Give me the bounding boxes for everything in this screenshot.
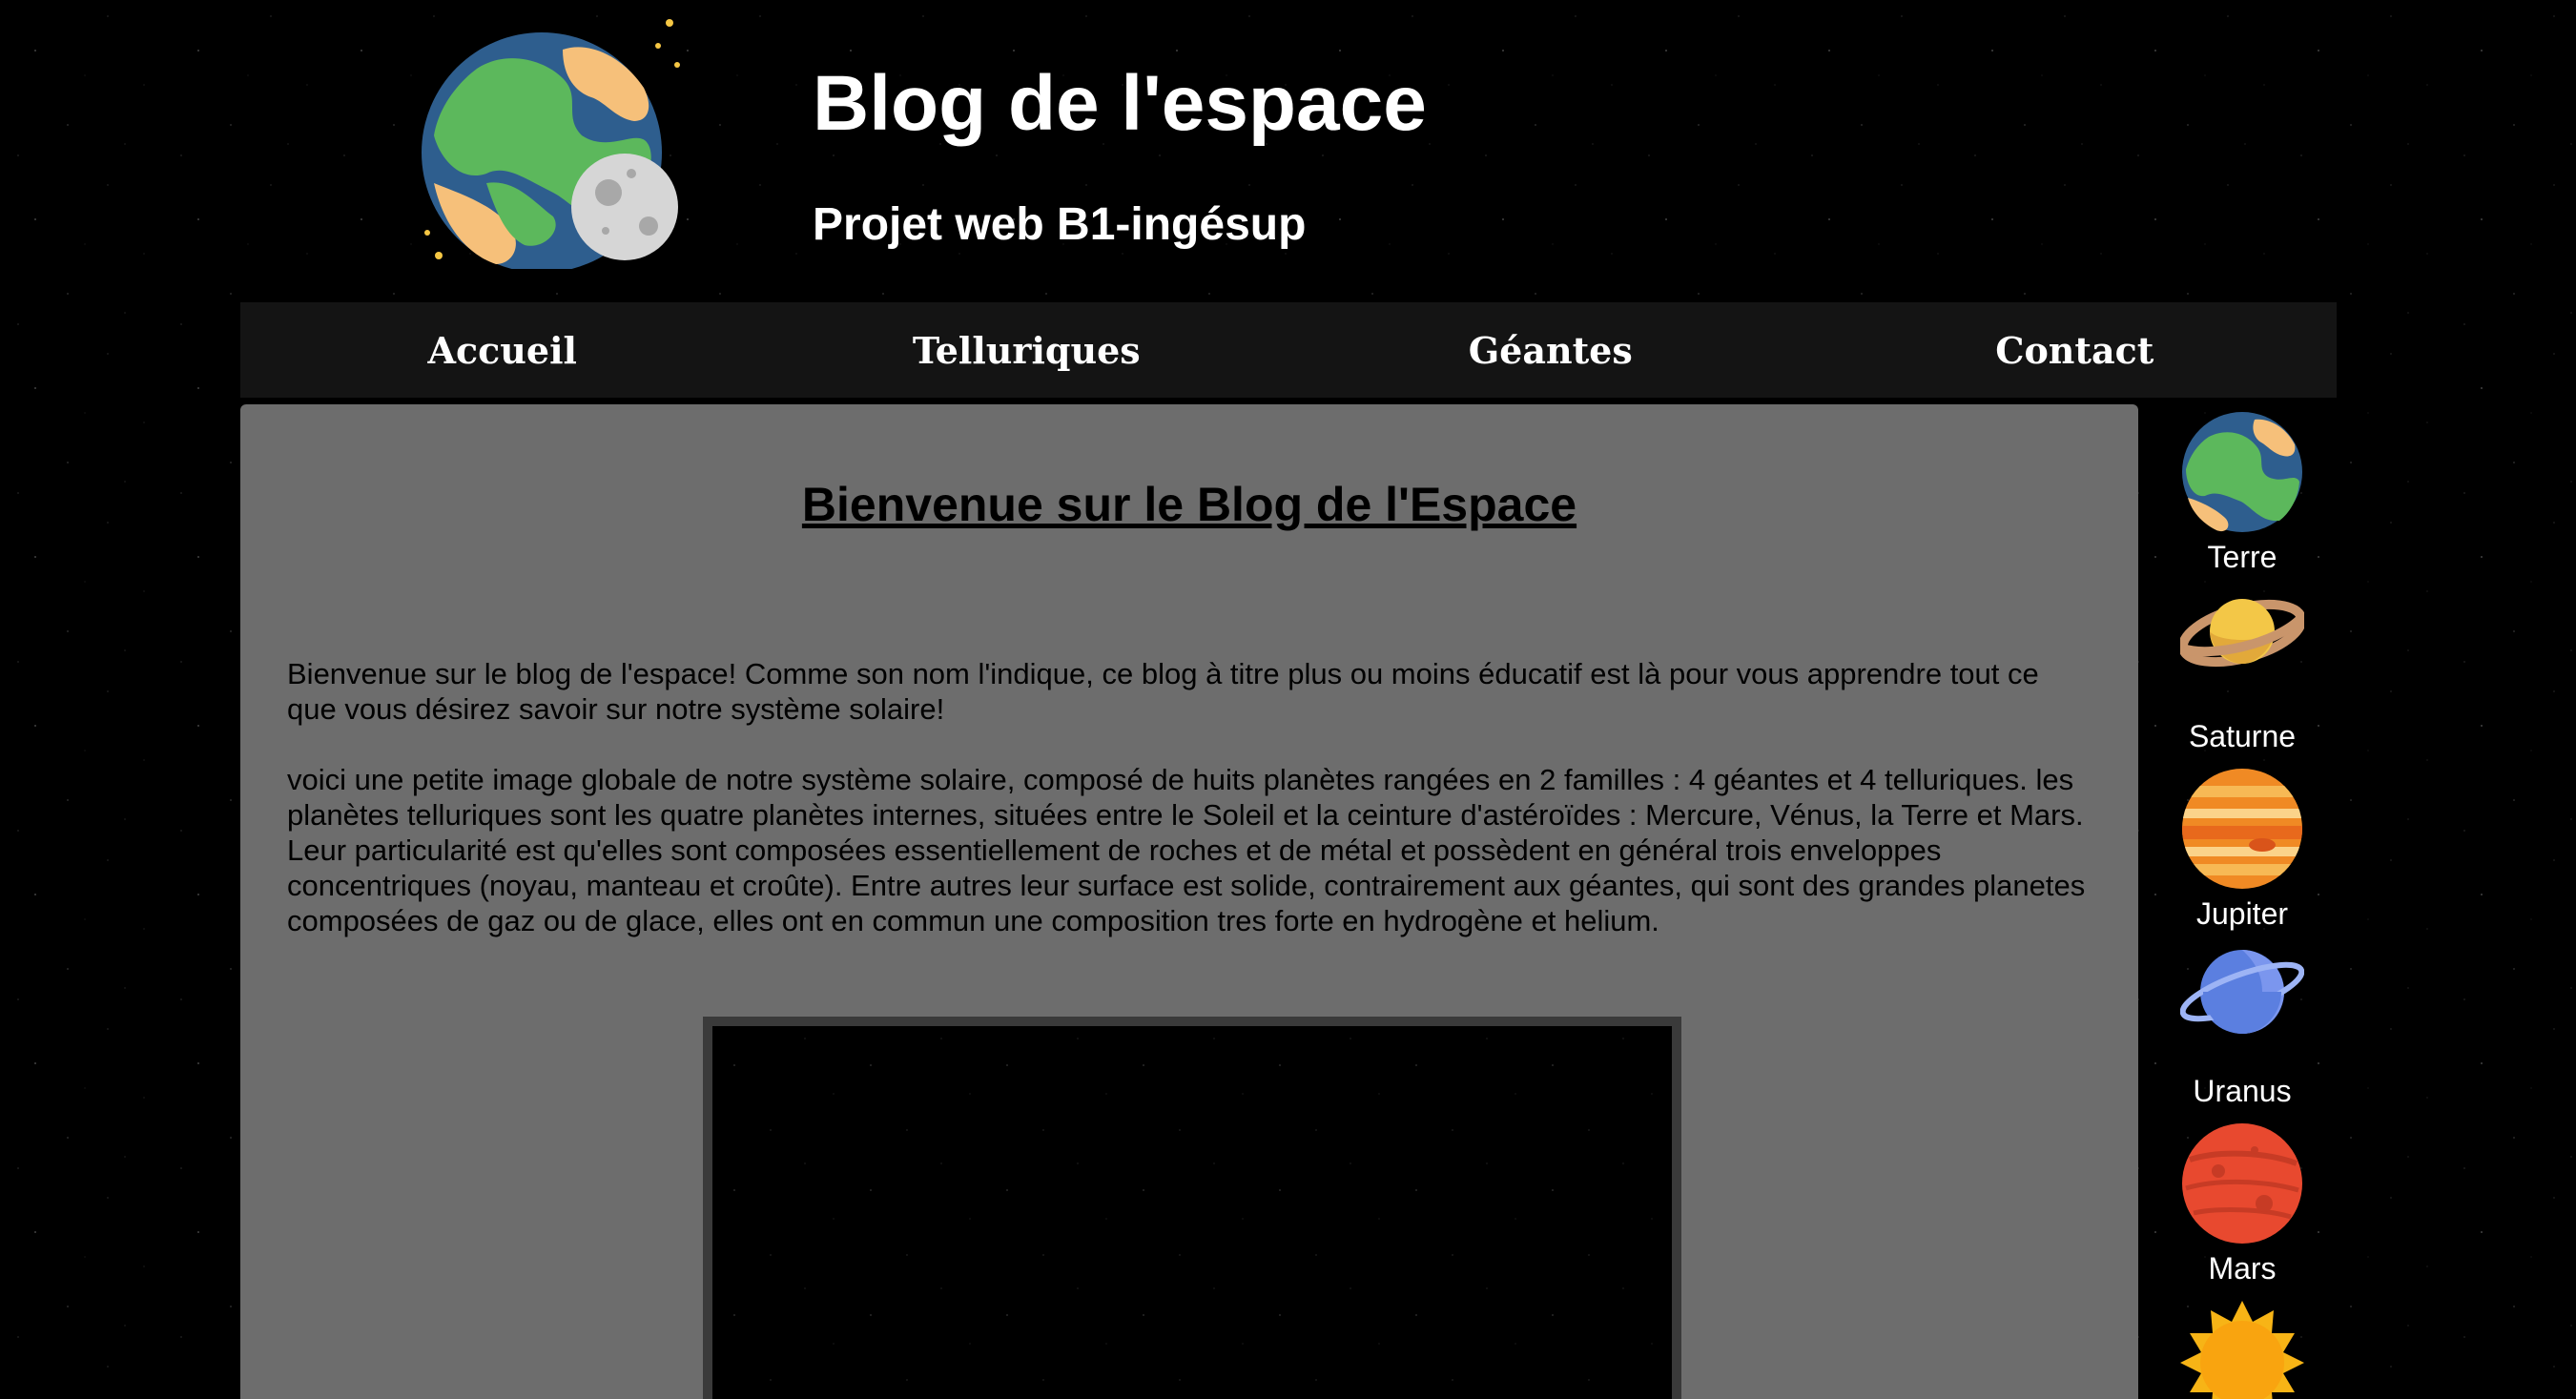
site-subtitle: Projet web B1-ingésup (813, 199, 1307, 250)
nav-item-contact[interactable]: Contact (1813, 302, 2338, 398)
uranus-icon (2180, 950, 2304, 1034)
sidebar-label-saturne: Saturne (2188, 719, 2297, 753)
page-title: Bienvenue sur le Blog de l'Espace (801, 478, 1577, 531)
main-content: Bienvenue sur le Blog de l'Espace Bienve… (240, 404, 2138, 1399)
solar-system-image (703, 1017, 1681, 1399)
nav-item-accueil[interactable]: Accueil (240, 302, 765, 398)
families-paragraph: voici une petite image globale de notre … (287, 763, 2086, 937)
earth-moon-icon (422, 19, 680, 269)
intro-paragraph: Bienvenue sur le blog de l'espace! Comme… (287, 657, 2039, 726)
site-title: Blog de l'espace (813, 60, 1427, 147)
main-navigation: Accueil Telluriques Géantes Contact (240, 302, 2337, 398)
saturn-icon (2180, 599, 2304, 668)
nav-item-telluriques[interactable]: Telluriques (765, 302, 1289, 398)
mars-icon (2182, 1123, 2302, 1244)
nav-item-geantes[interactable]: Géantes (1288, 302, 1813, 398)
sidebar-label-terre: Terre (2207, 540, 2277, 574)
jupiter-icon (2182, 769, 2302, 889)
sidebar-label-uranus: Uranus (2193, 1074, 2292, 1108)
sidebar-label-mars: Mars (2208, 1251, 2277, 1286)
page: Blog de l'espace Projet web B1-ingésup A… (0, 0, 2576, 1399)
sidebar-label-jupiter: Jupiter (2195, 896, 2289, 931)
earth-icon (2182, 412, 2302, 532)
sun-icon (2180, 1301, 2304, 1399)
